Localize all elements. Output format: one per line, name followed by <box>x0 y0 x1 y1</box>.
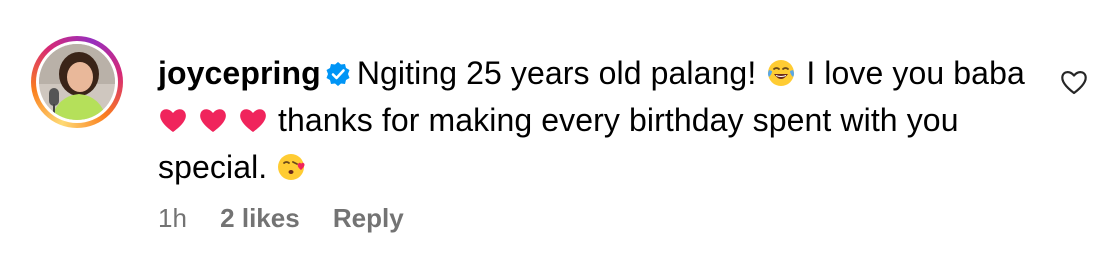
likes-count-button[interactable]: 2 likes <box>220 203 300 233</box>
heart-outline-icon[interactable] <box>1058 66 1090 98</box>
comment-body: joycepring Ngiting 25 years old palang! … <box>158 50 1038 191</box>
username-link[interactable]: joycepring <box>158 55 321 91</box>
comment-meta: 1h 2 likes Reply <box>158 201 430 235</box>
avatar-story-ring[interactable] <box>31 36 123 128</box>
verified-badge-icon <box>326 62 350 86</box>
comment-item: joycepring Ngiting 25 years old palang! … <box>0 0 1120 266</box>
comment-time: 1h <box>158 203 187 233</box>
avatar[interactable] <box>39 44 115 120</box>
red-heart-icon <box>200 109 226 132</box>
comment-text-part2: I love you baba <box>806 55 1025 91</box>
reply-button[interactable]: Reply <box>333 203 404 233</box>
face-blowing-a-kiss-icon <box>278 154 305 180</box>
comment-text-part1: Ngiting 25 years old palang! <box>356 55 757 91</box>
red-heart-icon <box>160 109 186 132</box>
red-heart-icon <box>240 109 266 132</box>
face-with-tears-of-joy-icon <box>768 60 795 86</box>
